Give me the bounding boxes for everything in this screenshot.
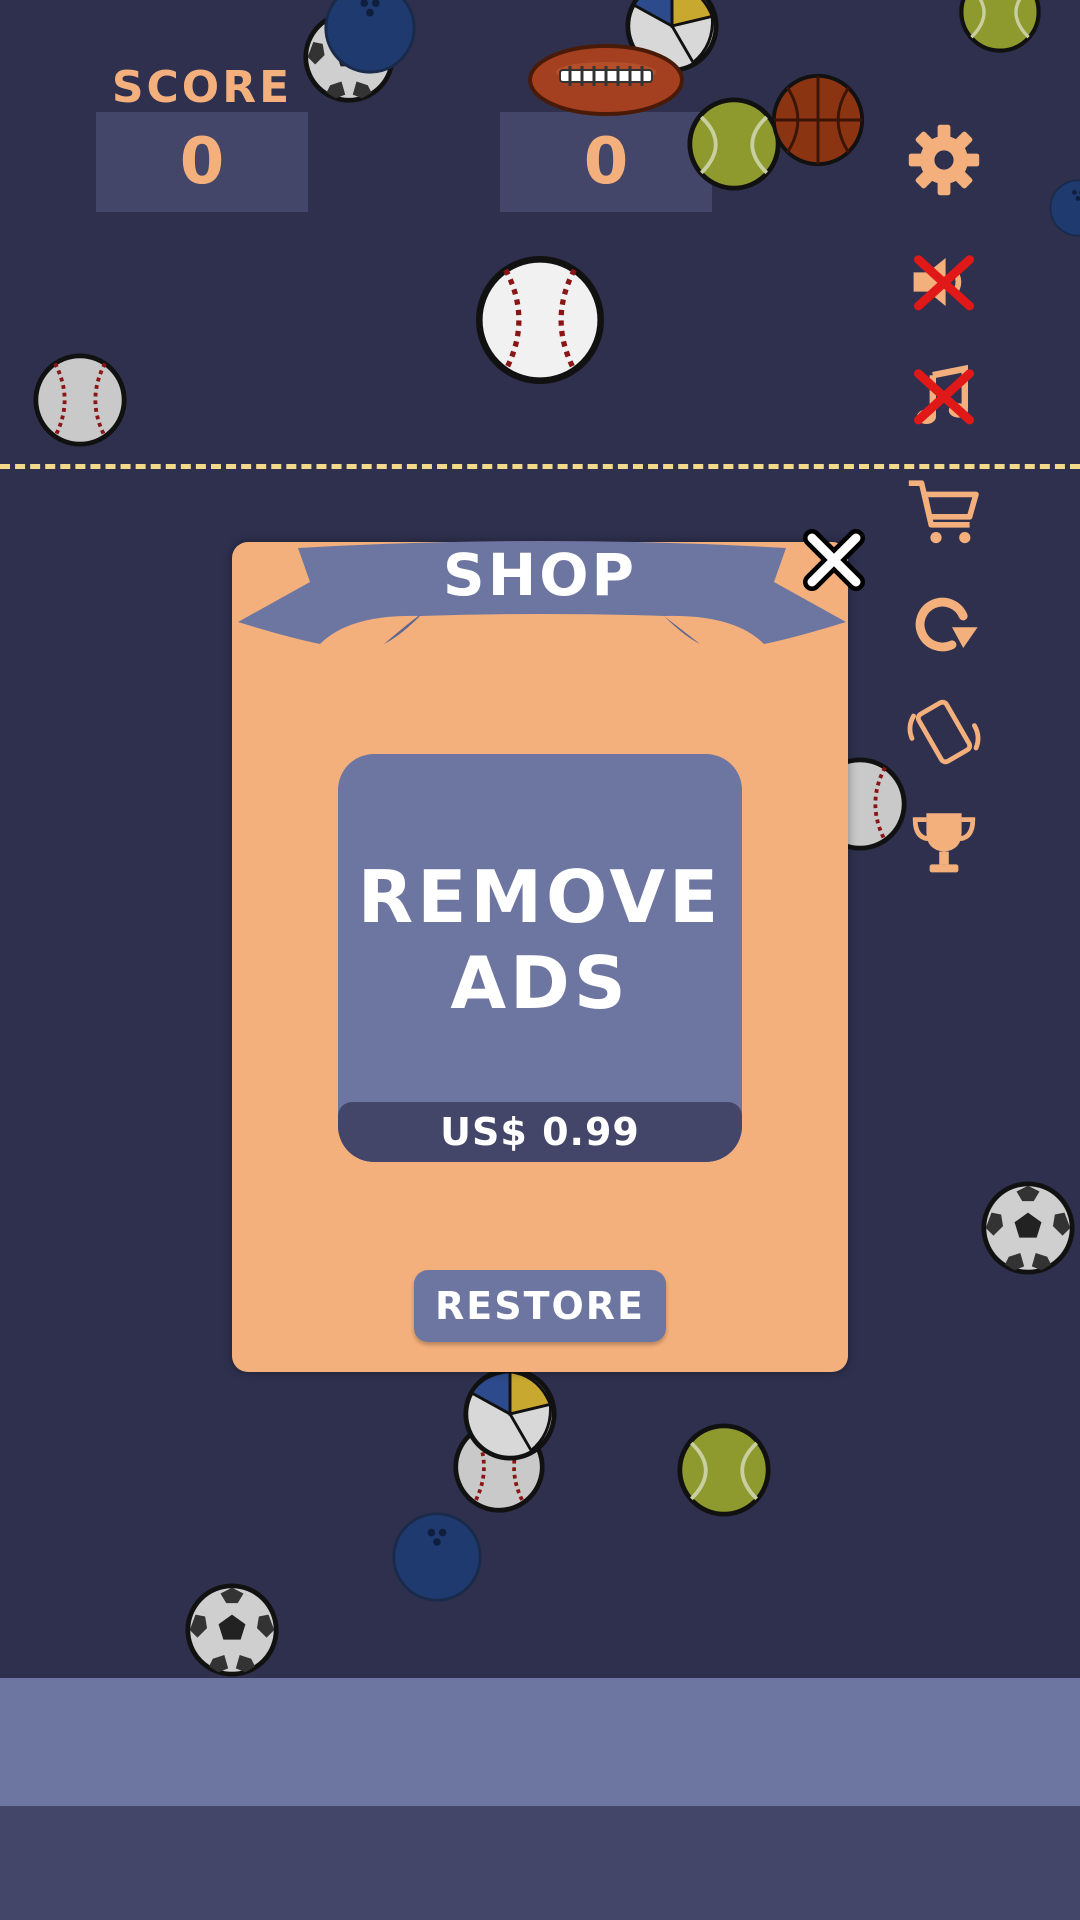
floor-top [0, 1678, 1080, 1806]
tennis-ball [676, 1422, 772, 1518]
best-score: 0 [500, 112, 712, 212]
remove-ads-title: REMOVE ADS [357, 855, 723, 1025]
danger-line [0, 464, 1080, 469]
floor-bottom [0, 1806, 1080, 1920]
remove-ads-item[interactable]: REMOVE ADS US$ 0.99 [338, 754, 742, 1162]
settings-button[interactable] [904, 120, 984, 200]
vibration-icon [907, 699, 981, 765]
trophy-icon [912, 813, 976, 873]
american-football [528, 44, 684, 116]
price-button[interactable]: US$ 0.99 [338, 1102, 742, 1162]
music-muted-icon [914, 364, 974, 425]
volleyball [462, 1366, 558, 1462]
bowling-ball [1049, 179, 1080, 237]
score-label: SCORE [111, 62, 293, 113]
basketball [771, 73, 865, 167]
restore-button[interactable]: RESTORE [414, 1270, 666, 1342]
bowling-ball [392, 1512, 482, 1602]
vibration-toggle-button[interactable] [904, 692, 984, 772]
shop-title: SHOP [442, 541, 638, 609]
current-score: 0 [96, 112, 308, 212]
tennis-ball [686, 96, 782, 192]
soccer-ball [980, 1180, 1076, 1276]
shop-button[interactable] [904, 472, 984, 552]
baseball [474, 254, 606, 386]
close-shop-button[interactable] [798, 524, 870, 596]
leaderboard-button[interactable] [904, 802, 984, 882]
sound-muted-icon [913, 255, 974, 311]
cart-icon [908, 480, 979, 544]
sound-toggle-button[interactable] [904, 242, 984, 322]
gear-icon [908, 124, 980, 196]
music-toggle-button[interactable] [904, 356, 984, 436]
soccer-ball [184, 1582, 280, 1678]
restart-button[interactable] [904, 584, 984, 664]
close-icon [803, 529, 865, 591]
restart-icon [915, 597, 978, 652]
baseball [32, 352, 128, 448]
bowling-ball [324, 0, 416, 74]
tennis-ball [950, 0, 1050, 54]
